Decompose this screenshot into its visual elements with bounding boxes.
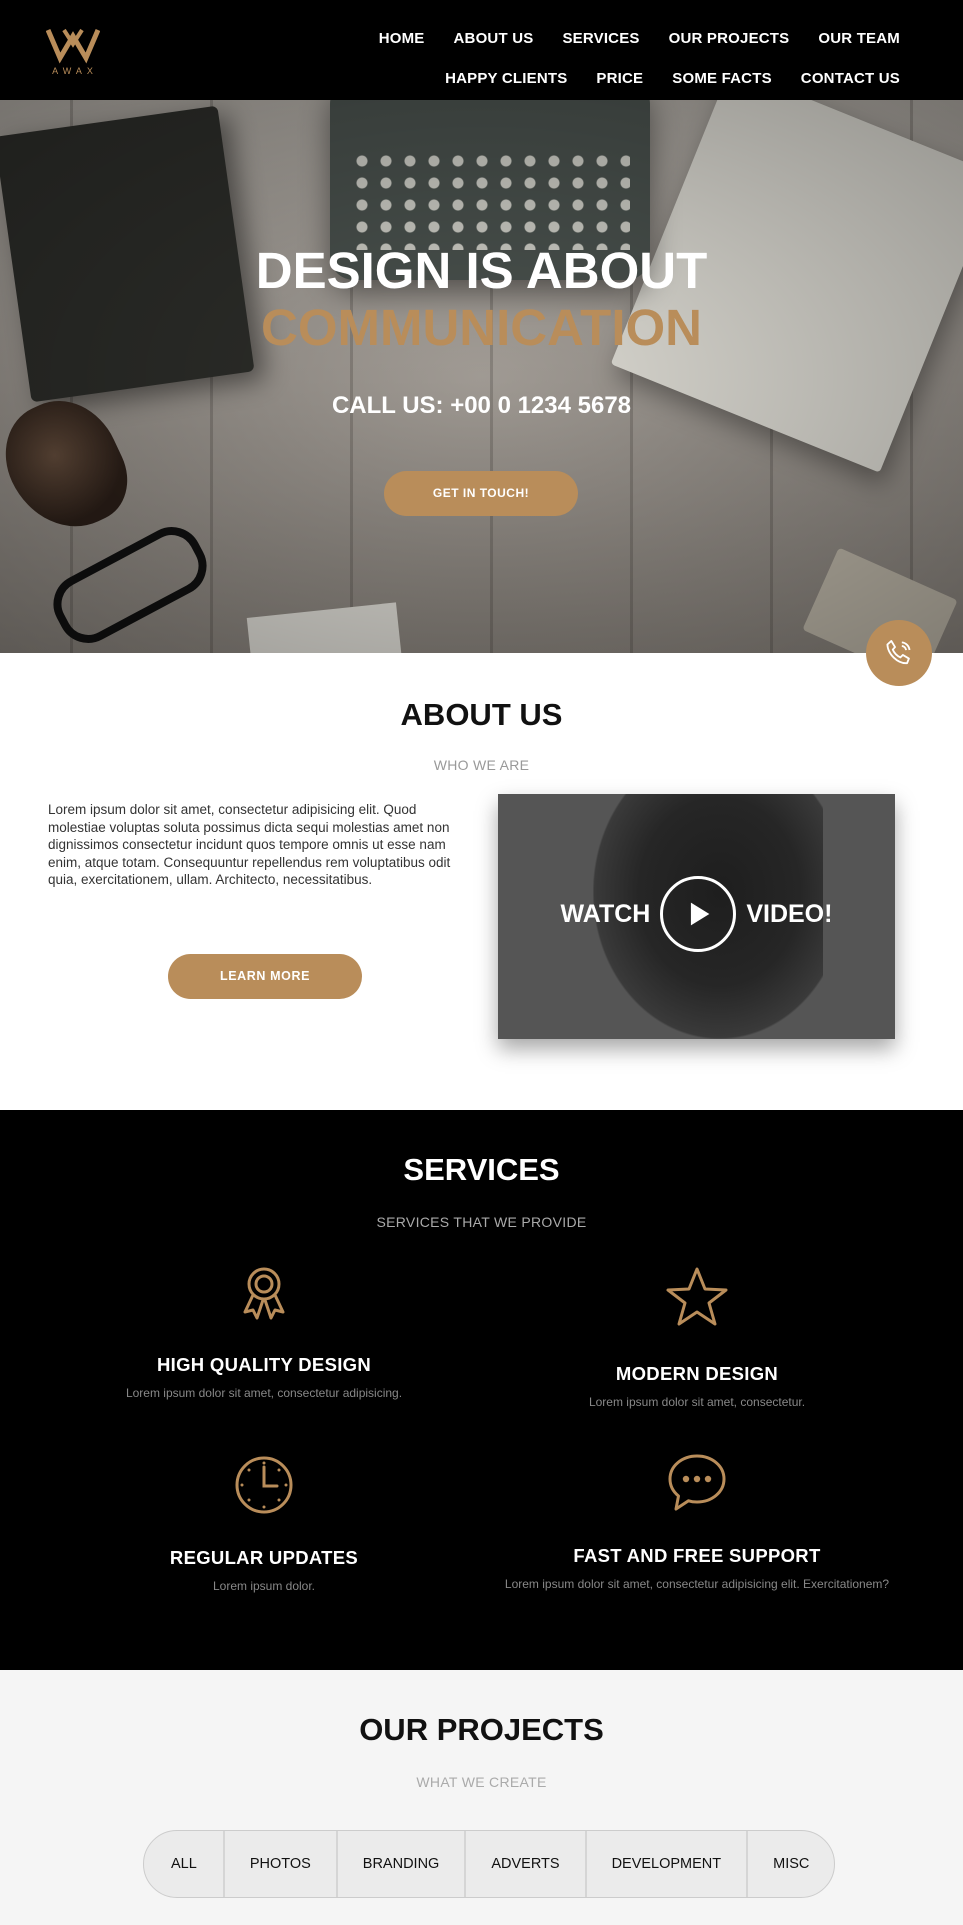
chat-icon xyxy=(665,1451,729,1515)
award-icon xyxy=(232,1262,296,1326)
services-subtitle: SERVICES THAT WE PROVIDE xyxy=(376,1214,587,1230)
filter-adverts[interactable]: ADVERTS xyxy=(466,1831,587,1897)
service-card: FAST AND FREE SUPPORT Lorem ipsum dolor … xyxy=(487,1451,907,1591)
video-label-watch: WATCH xyxy=(560,899,651,928)
service-title: REGULAR UPDATES xyxy=(169,1547,359,1568)
nav-home[interactable]: HOME xyxy=(379,30,425,47)
nav-some-facts[interactable]: SOME FACTS xyxy=(672,70,772,87)
service-card: REGULAR UPDATES Lorem ipsum dolor. xyxy=(54,1453,474,1593)
service-text: Lorem ipsum dolor sit amet, consectetur … xyxy=(125,1386,403,1400)
nav-price[interactable]: PRICE xyxy=(596,70,643,87)
logo-text: AWAX xyxy=(52,66,98,76)
service-text: Lorem ipsum dolor sit amet, consectetur … xyxy=(504,1577,890,1591)
service-title: HIGH QUALITY DESIGN xyxy=(156,1354,371,1375)
hero-title: DESIGN IS ABOUT COMMUNICATION xyxy=(0,245,963,353)
clock-icon xyxy=(232,1453,296,1517)
about-section: ABOUT US WHO WE ARE Lorem ipsum dolor si… xyxy=(0,653,963,1110)
filter-development[interactable]: DEVELOPMENT xyxy=(587,1831,749,1897)
star-icon xyxy=(665,1265,729,1329)
learn-more-button[interactable]: LEARN MORE xyxy=(168,954,362,999)
about-subtitle: WHO WE ARE xyxy=(433,757,530,773)
nav-services[interactable]: SERVICES xyxy=(562,30,639,47)
nav-contact-us[interactable]: CONTACT US xyxy=(801,70,900,87)
about-title: ABOUT US xyxy=(400,697,563,732)
nav-our-projects[interactable]: OUR PROJECTS xyxy=(669,30,790,47)
service-text: Lorem ipsum dolor. xyxy=(212,1579,316,1593)
video-label-video: VIDEO! xyxy=(746,899,833,928)
get-in-touch-button[interactable]: GET IN TOUCH! xyxy=(384,471,578,516)
filter-branding[interactable]: BRANDING xyxy=(338,1831,467,1897)
services-title: SERVICES xyxy=(403,1152,560,1187)
nav-about-us[interactable]: ABOUT US xyxy=(454,30,534,47)
nav-our-team[interactable]: OUR TEAM xyxy=(818,30,900,47)
service-title: MODERN DESIGN xyxy=(615,1363,779,1384)
hero-phone-text: CALL US: +00 0 1234 5678 xyxy=(331,392,632,419)
logo[interactable]: AWAX xyxy=(46,24,100,78)
logo-mark-icon xyxy=(46,28,100,64)
services-section: SERVICES SERVICES THAT WE PROVIDE HIGH Q… xyxy=(0,1110,963,1670)
about-text: Lorem ipsum dolor sit amet, consectetur … xyxy=(48,802,451,887)
play-icon xyxy=(691,902,710,926)
filter-all[interactable]: ALL xyxy=(144,1831,225,1897)
call-fab-button[interactable] xyxy=(866,620,932,686)
service-card: MODERN DESIGN Lorem ipsum dolor sit amet… xyxy=(487,1265,907,1409)
hero-title-line1: DESIGN IS ABOUT xyxy=(255,242,708,299)
projects-section: OUR PROJECTS WHAT WE CREATE ALL PHOTOS B… xyxy=(0,1670,963,1925)
hero-section: DESIGN IS ABOUT COMMUNICATION CALL US: +… xyxy=(0,100,963,653)
filter-misc[interactable]: MISC xyxy=(748,1831,834,1897)
video-card[interactable]: WATCH VIDEO! xyxy=(498,794,895,1039)
projects-subtitle: WHAT WE CREATE xyxy=(416,1774,547,1790)
filter-photos[interactable]: PHOTOS xyxy=(225,1831,338,1897)
site-header: AWAX HOME ABOUT US SERVICES OUR PROJECTS… xyxy=(0,0,963,100)
nav-happy-clients[interactable]: HAPPY CLIENTS xyxy=(445,70,567,87)
phone-icon xyxy=(886,640,911,665)
hero-title-line2: COMMUNICATION xyxy=(261,299,702,356)
service-title: FAST AND FREE SUPPORT xyxy=(573,1545,821,1566)
service-text: Lorem ipsum dolor sit amet, consectetur. xyxy=(588,1395,806,1409)
main-nav: HOME ABOUT US SERVICES OUR PROJECTS OUR … xyxy=(340,18,900,98)
project-filter-bar: ALL PHOTOS BRANDING ADVERTS DEVELOPMENT … xyxy=(143,1830,836,1898)
service-card: HIGH QUALITY DESIGN Lorem ipsum dolor si… xyxy=(54,1262,474,1400)
projects-title: OUR PROJECTS xyxy=(359,1712,604,1747)
play-button[interactable] xyxy=(660,876,737,952)
